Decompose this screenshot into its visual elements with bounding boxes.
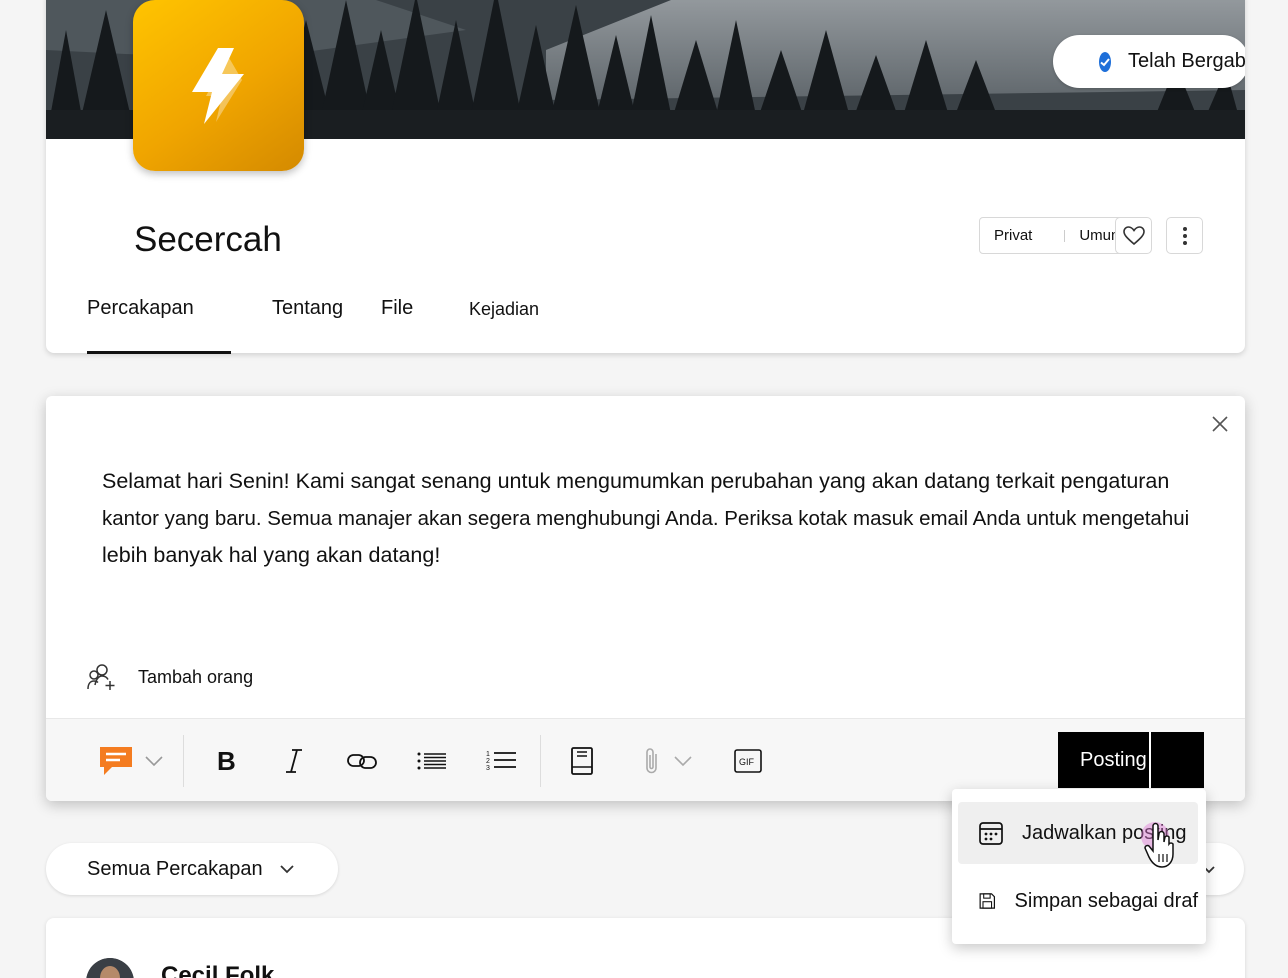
save-icon — [979, 893, 996, 909]
privacy-option-private[interactable]: Privat — [994, 227, 1032, 244]
add-people-label: Tambah orang — [138, 666, 254, 687]
svg-text:GIF: GIF — [739, 757, 755, 767]
add-people-button[interactable]: Tambah orang — [86, 663, 253, 691]
add-people-icon — [87, 664, 115, 690]
toolbar-divider — [540, 735, 541, 787]
tab-about[interactable]: Tentang — [272, 297, 343, 320]
link-icon — [347, 754, 377, 769]
svg-text:2: 2 — [486, 758, 490, 765]
close-composer-button[interactable] — [1209, 413, 1231, 435]
toolbar-divider — [183, 735, 184, 787]
post-button-label: Posting — [1080, 748, 1147, 771]
chevron-down-icon — [280, 865, 294, 874]
close-icon — [1212, 416, 1228, 432]
bulleted-list-button[interactable] — [414, 741, 450, 781]
svg-text:B: B — [217, 749, 236, 773]
numbered-list-button[interactable]: 1 2 3 — [484, 741, 520, 781]
calendar-icon — [979, 822, 1003, 845]
tab-conversations[interactable]: Percakapan — [87, 297, 194, 320]
pointer-cursor-icon — [1138, 820, 1178, 877]
post-split-divider — [1149, 732, 1151, 788]
svg-text:1: 1 — [486, 751, 490, 758]
heart-icon — [1122, 225, 1145, 245]
conversation-filter-dropdown[interactable]: Semua Percakapan — [46, 843, 338, 895]
save-draft-menu-item[interactable]: Simpan sebagai draf — [958, 870, 1198, 932]
group-logo — [133, 0, 304, 171]
numbered-list-icon: 1 2 3 — [486, 751, 516, 772]
gif-icon: GIF — [734, 749, 762, 773]
joined-label: Telah Bergabung — [1128, 50, 1245, 72]
bold-button[interactable]: B — [208, 741, 244, 781]
book-icon — [571, 747, 593, 775]
group-title: Secercah — [134, 220, 282, 259]
favorite-button[interactable] — [1115, 217, 1152, 254]
italic-button[interactable] — [276, 741, 312, 781]
bulleted-list-icon — [417, 752, 446, 770]
group-tabs: Percakapan Tentang File Kejadian — [46, 287, 1245, 343]
post-composer: Selamat hari Senin! Kami sangat senang u… — [46, 396, 1245, 801]
message-line: Selamat hari Senin! Kami sangat senang u… — [102, 469, 1170, 493]
more-options-button[interactable] — [1166, 217, 1203, 254]
message-type-picker[interactable] — [96, 741, 166, 781]
privacy-divider — [1064, 229, 1066, 242]
tab-files[interactable]: File — [381, 297, 413, 320]
group-header-card: Telah Bergabung Secercah Privat Umum Per… — [46, 0, 1245, 353]
active-tab-indicator — [87, 351, 231, 354]
chevron-down-icon — [145, 756, 163, 767]
paperclip-icon — [646, 748, 657, 774]
message-text[interactable]: Selamat hari Senin! Kami sangat senang u… — [102, 463, 1245, 574]
more-vertical-icon — [1182, 226, 1187, 245]
tab-events[interactable]: Kejadian — [469, 299, 539, 320]
joined-button[interactable]: Telah Bergabung — [1053, 35, 1245, 88]
save-draft-label: Simpan sebagai draf — [1014, 889, 1198, 912]
check-icon — [1099, 51, 1111, 72]
attach-file-button[interactable] — [638, 741, 698, 781]
chevron-down-icon — [674, 756, 692, 767]
filter-label: Semua Percakapan — [87, 857, 263, 880]
bold-icon: B — [217, 749, 236, 773]
lightning-bolt-icon — [191, 47, 244, 124]
topic-button[interactable] — [564, 741, 600, 781]
message-line: kantor yang baru. Semua manajer akan seg… — [102, 507, 1190, 530]
avatar[interactable] — [86, 958, 134, 978]
link-button[interactable] — [344, 741, 380, 781]
praise-message-icon — [100, 747, 132, 775]
gif-button[interactable]: GIF — [730, 741, 766, 781]
svg-text:3: 3 — [486, 765, 490, 772]
italic-icon — [286, 749, 302, 773]
message-line: lebih banyak hal yang akan datang! — [102, 543, 441, 567]
post-button[interactable]: Posting — [1058, 732, 1204, 788]
post-author-name[interactable]: Cecil Folk — [161, 962, 274, 978]
